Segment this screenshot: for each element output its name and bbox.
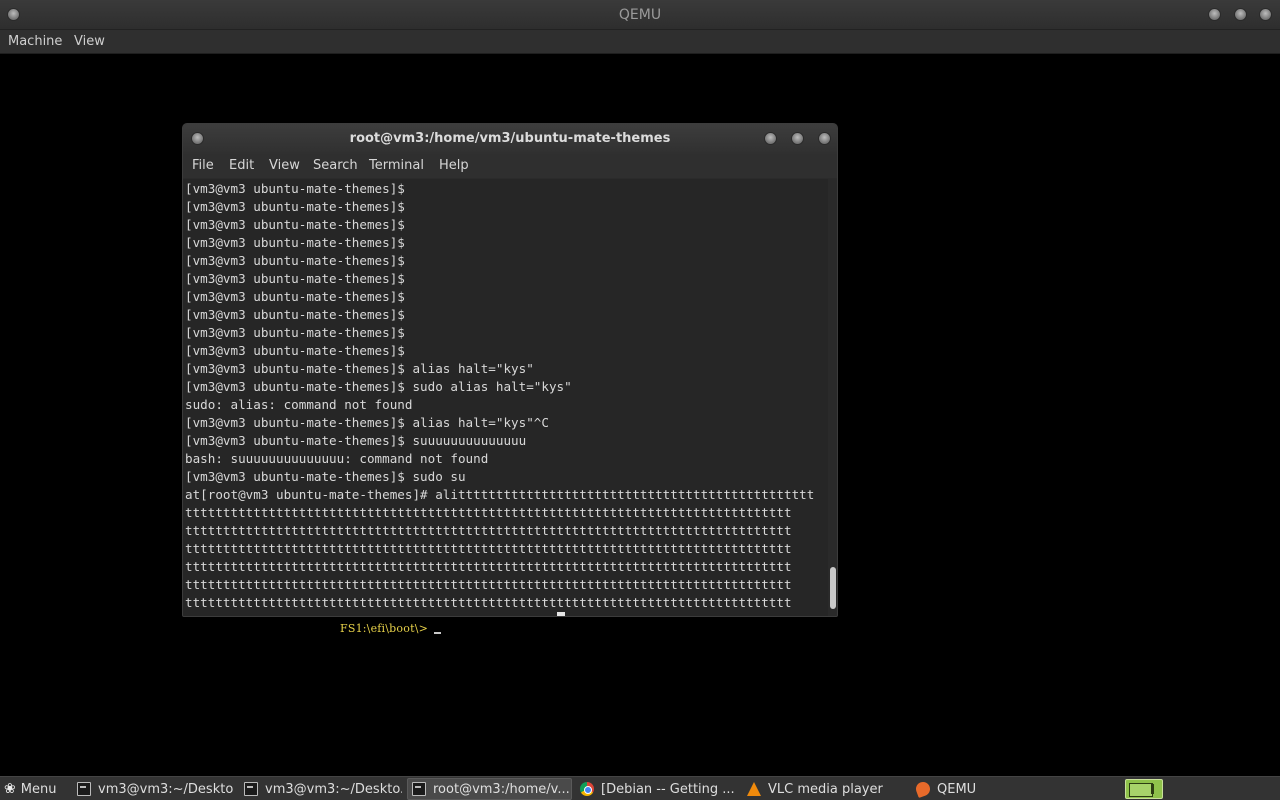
- terminal-output[interactable]: [vm3@vm3 ubuntu-mate-themes]$ [vm3@vm3 u…: [183, 179, 828, 616]
- taskbar-task-qemu[interactable]: QEMU: [912, 778, 1032, 800]
- terminal-maximize-button[interactable]: [791, 132, 804, 145]
- terminal-menubar: File Edit View Search Terminal Help: [183, 154, 837, 178]
- terminal-line: [vm3@vm3 ubuntu-mate-themes]$ suuuuuuuuu…: [185, 433, 527, 448]
- taskbar-task-label: QEMU: [937, 781, 977, 797]
- terminal-current-line: tttttttttttttttttttttttttttttttttttttttt…: [185, 612, 825, 616]
- chrome-icon: [580, 782, 594, 796]
- terminal-line: [vm3@vm3 ubuntu-mate-themes]$: [185, 235, 405, 250]
- qemu-window-title: QEMU: [618, 7, 662, 23]
- terminal-line: [vm3@vm3 ubuntu-mate-themes]$ sudo alias…: [185, 379, 572, 394]
- taskbar: ❀ Menu vm3@vm3:~/Desktop vm3@vm3:~/Deskt…: [0, 776, 1280, 800]
- efi-shell-prompt: FS1:\efi\boot\>: [340, 622, 442, 635]
- taskbar-task-desktop-terminal-1[interactable]: vm3@vm3:~/Desktop: [73, 778, 233, 800]
- terminal-line: [vm3@vm3 ubuntu-mate-themes]$ sudo su: [185, 469, 466, 484]
- terminal-icon: [244, 782, 258, 796]
- terminal-line: sudo: alias: command not found: [185, 397, 413, 412]
- terminal-line: [vm3@vm3 ubuntu-mate-themes]$ alias halt…: [185, 361, 534, 376]
- terminal-line: tttttttttttttttttttttttttttttttttttttttt…: [185, 577, 792, 592]
- qemu-menubar: Machine View: [0, 30, 1280, 54]
- terminal-menu-terminal[interactable]: Terminal: [369, 158, 424, 173]
- terminal-line: [vm3@vm3 ubuntu-mate-themes]$: [185, 289, 405, 304]
- terminal-line: [vm3@vm3 ubuntu-mate-themes]$: [185, 199, 405, 214]
- terminal-current-input: tttttttttttttttttttttttttttttttttttttttt…: [185, 613, 557, 616]
- taskbar-task-desktop-terminal-2[interactable]: vm3@vm3:~/Deskto...: [240, 778, 402, 800]
- terminal-titlebar[interactable]: root@vm3:/home/vm3/ubuntu-mate-themes: [183, 124, 837, 154]
- terminal-window: root@vm3:/home/vm3/ubuntu-mate-themes Fi…: [182, 123, 838, 617]
- efi-cursor: [434, 632, 442, 634]
- qemu-menu-machine[interactable]: Machine: [8, 34, 62, 49]
- qemu-menu-view[interactable]: View: [74, 34, 105, 49]
- terminal-scrollbar[interactable]: [828, 179, 837, 616]
- terminal-line: [vm3@vm3 ubuntu-mate-themes]$: [185, 325, 405, 340]
- terminal-line: [vm3@vm3 ubuntu-mate-themes]$: [185, 271, 405, 286]
- taskbar-task-vlc[interactable]: VLC media player: [743, 778, 905, 800]
- terminal-scrollbar-thumb[interactable]: [830, 567, 836, 609]
- taskbar-menu-button[interactable]: ❀ Menu: [0, 778, 68, 800]
- guest-display[interactable]: FS1:\efi\boot\> root@vm3:/home/vm3/ubunt…: [0, 55, 1280, 775]
- qemu-close-button[interactable]: [1259, 8, 1272, 21]
- terminal-close-button[interactable]: [818, 132, 831, 145]
- taskbar-task-label: vm3@vm3:~/Deskto...: [265, 781, 402, 797]
- taskbar-task-label: VLC media player: [768, 781, 883, 797]
- terminal-menu-help[interactable]: Help: [439, 158, 469, 173]
- terminal-line: [vm3@vm3 ubuntu-mate-themes]$: [185, 343, 405, 358]
- terminal-line: at[root@vm3 ubuntu-mate-themes]# alitttt…: [185, 487, 815, 502]
- terminal-menu-search[interactable]: Search: [313, 158, 358, 173]
- terminal-menu-file[interactable]: File: [192, 158, 214, 173]
- qemu-minimize-button[interactable]: [1208, 8, 1221, 21]
- qemu-titlebar: QEMU: [0, 0, 1280, 30]
- taskbar-task-label: root@vm3:/home/v...: [433, 781, 570, 797]
- taskbar-task-label: vm3@vm3:~/Desktop: [98, 781, 233, 797]
- terminal-icon: [77, 782, 91, 796]
- terminal-line: [vm3@vm3 ubuntu-mate-themes]$: [185, 217, 405, 232]
- terminal-line: [vm3@vm3 ubuntu-mate-themes]$ alias halt…: [185, 415, 549, 430]
- terminal-line: tttttttttttttttttttttttttttttttttttttttt…: [185, 523, 792, 538]
- qemu-maximize-button[interactable]: [1234, 8, 1247, 21]
- efi-prompt-text: FS1:\efi\boot\>: [340, 622, 429, 635]
- terminal-menu-view[interactable]: View: [269, 158, 300, 173]
- terminal-line: [vm3@vm3 ubuntu-mate-themes]$: [185, 253, 405, 268]
- terminal-line: tttttttttttttttttttttttttttttttttttttttt…: [185, 559, 792, 574]
- terminal-line: tttttttttttttttttttttttttttttttttttttttt…: [185, 541, 792, 556]
- terminal-line: [vm3@vm3 ubuntu-mate-themes]$: [185, 307, 405, 322]
- terminal-line: tttttttttttttttttttttttttttttttttttttttt…: [185, 505, 792, 520]
- taskbar-task-root-terminal[interactable]: root@vm3:/home/v...: [407, 778, 572, 800]
- menu-icon: ❀: [4, 781, 16, 797]
- terminal-icon: [412, 782, 426, 796]
- terminal-line: bash: suuuuuuuuuuuuuu: command not found: [185, 451, 489, 466]
- terminal-lines: [vm3@vm3 ubuntu-mate-themes]$ [vm3@vm3 u…: [185, 180, 825, 616]
- terminal-minimize-button[interactable]: [764, 132, 777, 145]
- taskbar-task-chrome[interactable]: [Debian -- Getting ...: [576, 778, 738, 800]
- terminal-menu-edit[interactable]: Edit: [229, 158, 254, 173]
- terminal-title: root@vm3:/home/vm3/ubuntu-mate-themes: [349, 131, 671, 146]
- taskbar-task-label: [Debian -- Getting ...: [601, 781, 735, 797]
- terminal-line: tttttttttttttttttttttttttttttttttttttttt…: [185, 595, 792, 610]
- battery-icon[interactable]: [1125, 779, 1163, 799]
- taskbar-menu-label: Menu: [20, 781, 57, 797]
- terminal-cursor: [556, 612, 565, 616]
- qemu-icon: [914, 780, 932, 798]
- terminal-line: [vm3@vm3 ubuntu-mate-themes]$: [185, 181, 405, 196]
- vlc-icon: [747, 782, 761, 796]
